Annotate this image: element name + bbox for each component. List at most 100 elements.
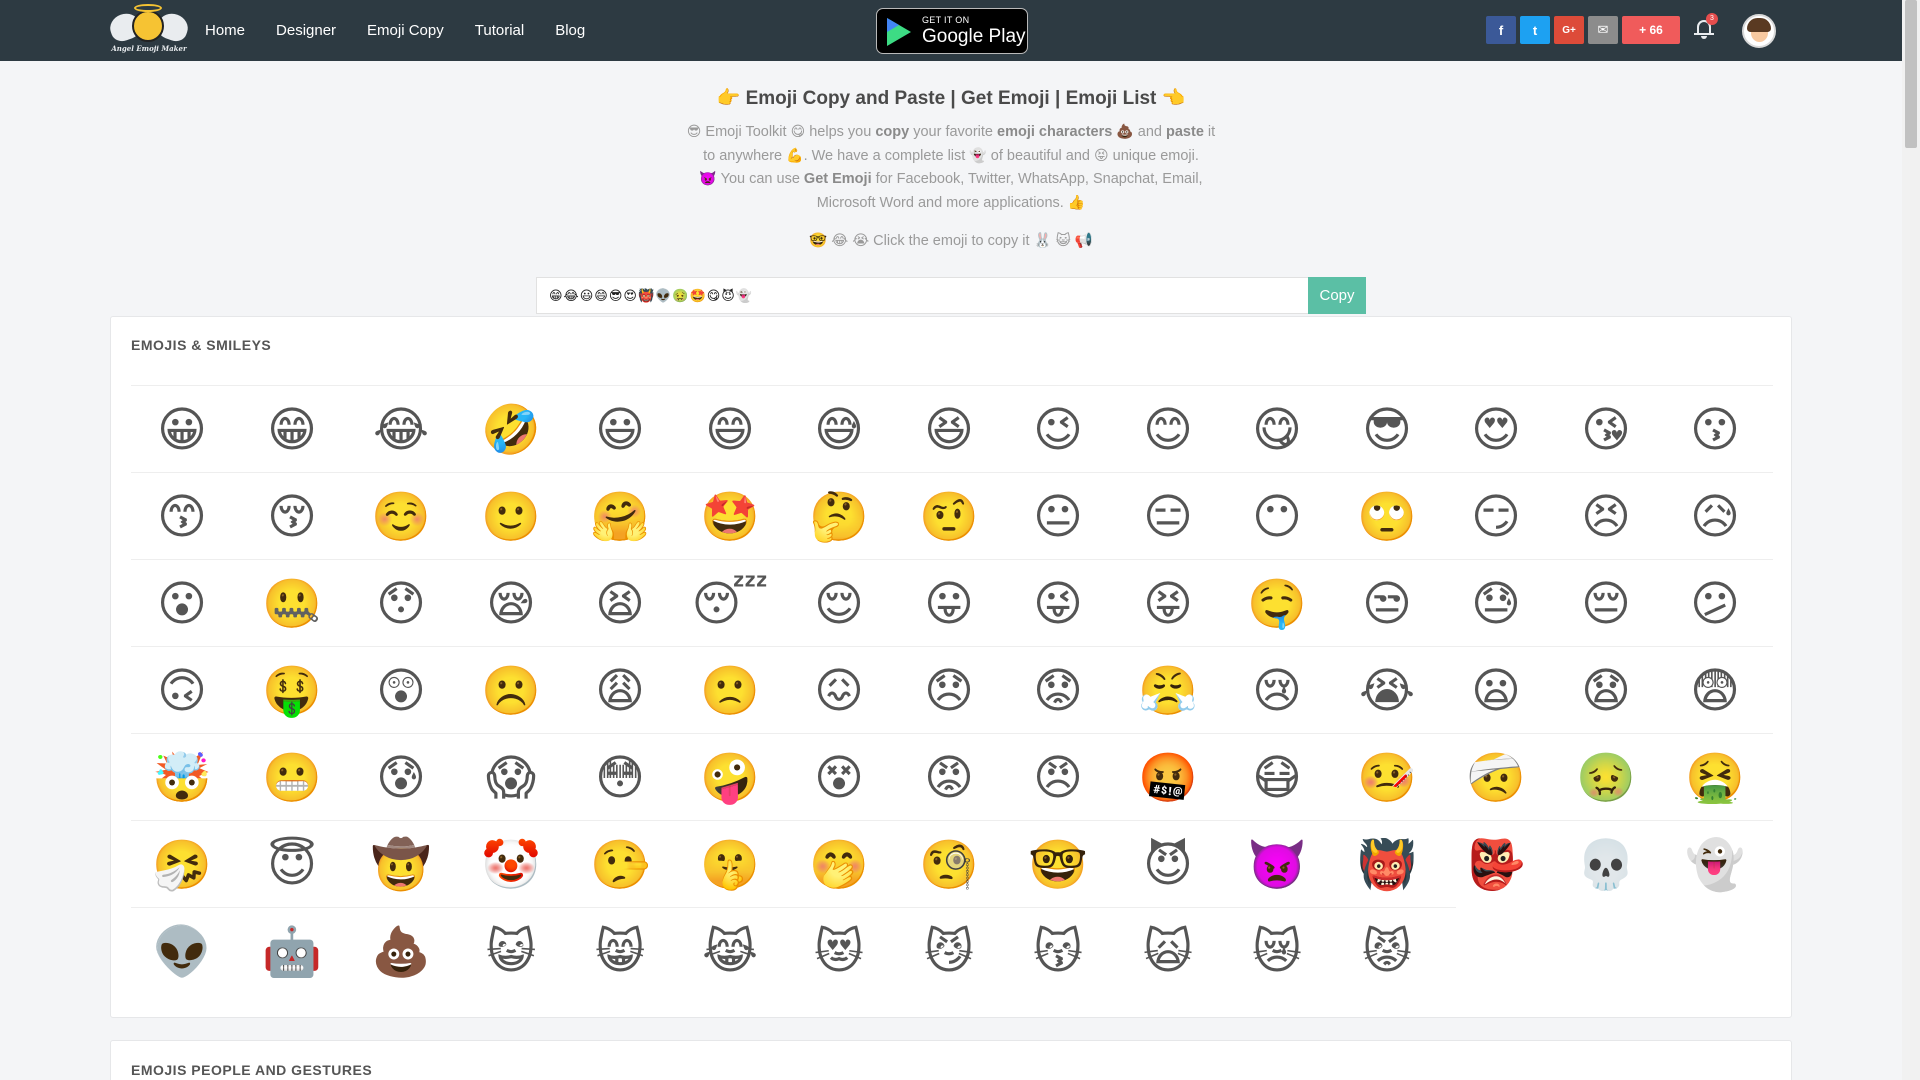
emoji-cell[interactable]: 🤑 [238, 647, 346, 734]
emoji-cell[interactable]: 😵 [785, 734, 893, 821]
emoji-cell[interactable]: 😉 [1004, 386, 1112, 473]
emoji-cell[interactable]: 😌 [785, 560, 893, 647]
emoji-cell[interactable]: 🤩 [676, 473, 784, 560]
emoji-cell[interactable]: 🤬 [1114, 734, 1222, 821]
emoji-cell[interactable]: 🤣 [457, 386, 565, 473]
emoji-cell[interactable]: 😢 [1223, 647, 1331, 734]
emoji-cell[interactable]: 💩 [347, 908, 455, 995]
emoji-cell[interactable]: 😨 [1661, 647, 1769, 734]
nav-link-designer[interactable]: Designer [276, 22, 336, 39]
emoji-cell[interactable]: 👽 [128, 908, 236, 995]
emoji-cell[interactable]: 🤖 [238, 908, 346, 995]
emoji-cell[interactable]: ☺️ [347, 473, 455, 560]
emoji-cell[interactable]: 😀 [128, 386, 236, 473]
emoji-cell[interactable]: 🙂 [457, 473, 565, 560]
emoji-cell[interactable]: 🤠 [347, 821, 455, 908]
emoji-cell[interactable]: 🤯 [128, 734, 236, 821]
copy-button[interactable]: Copy [1308, 277, 1366, 314]
emoji-cell[interactable]: 😩 [566, 647, 674, 734]
emoji-cell[interactable]: 😙 [128, 473, 236, 560]
user-avatar[interactable] [1742, 14, 1776, 48]
emoji-cell[interactable]: 😒 [1333, 560, 1441, 647]
emoji-cell[interactable]: 😗 [1661, 386, 1769, 473]
emoji-cell[interactable]: 🤮 [1661, 734, 1769, 821]
nav-link-emoji-copy[interactable]: Emoji Copy [367, 22, 444, 39]
emoji-cell[interactable]: 😞 [895, 647, 1003, 734]
email-share-button[interactable]: ✉ [1588, 16, 1618, 44]
emoji-cell[interactable]: 🤔 [785, 473, 893, 560]
emoji-cell[interactable]: 😏 [1442, 473, 1550, 560]
emoji-cell[interactable]: 🤨 [895, 473, 1003, 560]
emoji-cell[interactable]: 😥 [1661, 473, 1769, 560]
emoji-cell[interactable]: 😓 [1442, 560, 1550, 647]
emoji-cell[interactable]: 😸 [566, 908, 674, 995]
emoji-cell[interactable]: 😔 [1552, 560, 1660, 647]
emoji-cell[interactable]: 😽 [1004, 908, 1112, 995]
emoji-cell[interactable]: 🤐 [238, 560, 346, 647]
emoji-cell[interactable]: 😇 [238, 821, 346, 908]
emoji-cell[interactable]: 😦 [1442, 647, 1550, 734]
emoji-cell[interactable]: 😴 [676, 560, 784, 647]
emoji-cell[interactable]: 😣 [1552, 473, 1660, 560]
emoji-cell[interactable]: 😜 [1004, 560, 1112, 647]
emoji-cell[interactable]: 😻 [785, 908, 893, 995]
google-play-badge[interactable]: GET IT ON Google Play [876, 8, 1028, 54]
copy-emoji-input[interactable]: 😁😂😃😄😎😍👹👽🤢🤩😋😈👻 [536, 277, 1308, 314]
emoji-cell[interactable]: 😹 [676, 908, 784, 995]
emoji-cell[interactable]: 😤 [1114, 647, 1222, 734]
emoji-cell[interactable]: 😼 [895, 908, 1003, 995]
emoji-cell[interactable]: 😪 [457, 560, 565, 647]
emoji-cell[interactable]: 😑 [1114, 473, 1222, 560]
emoji-cell[interactable]: 🙀 [1114, 908, 1222, 995]
emoji-cell[interactable]: 😱 [457, 734, 565, 821]
emoji-cell[interactable]: 😷 [1223, 734, 1331, 821]
emoji-cell[interactable]: 😡 [895, 734, 1003, 821]
emoji-cell[interactable]: 😬 [238, 734, 346, 821]
emoji-cell[interactable]: 🙁 [676, 647, 784, 734]
emoji-cell[interactable]: 🤤 [1223, 560, 1331, 647]
emoji-cell[interactable]: 🤭 [785, 821, 893, 908]
emoji-cell[interactable]: 😟 [1004, 647, 1112, 734]
emoji-cell[interactable]: 😆 [895, 386, 1003, 473]
emoji-cell[interactable]: ☹️ [457, 647, 565, 734]
emoji-cell[interactable]: 🤪 [676, 734, 784, 821]
emoji-cell[interactable]: 😊 [1114, 386, 1222, 473]
emoji-cell[interactable]: 😐 [1004, 473, 1112, 560]
emoji-cell[interactable]: 😎 [1333, 386, 1441, 473]
nav-link-blog[interactable]: Blog [555, 22, 585, 39]
emoji-cell[interactable]: 🤗 [566, 473, 674, 560]
facebook-share-button[interactable]: f [1486, 16, 1516, 44]
emoji-cell[interactable]: 🤡 [457, 821, 565, 908]
emoji-cell[interactable]: 😲 [347, 647, 455, 734]
emoji-cell[interactable]: 😯 [347, 560, 455, 647]
emoji-cell[interactable]: 😛 [895, 560, 1003, 647]
emoji-cell[interactable]: 😍 [1442, 386, 1550, 473]
emoji-cell[interactable]: 👻 [1661, 821, 1769, 908]
emoji-cell[interactable]: 🙄 [1333, 473, 1441, 560]
emoji-cell[interactable]: 😠 [1004, 734, 1112, 821]
emoji-cell[interactable]: 💀 [1552, 821, 1660, 908]
emoji-cell[interactable]: 😄 [676, 386, 784, 473]
google-plus-share-button[interactable]: G+ [1554, 16, 1584, 44]
emoji-cell[interactable]: 😂 [347, 386, 455, 473]
emoji-cell[interactable]: 😳 [566, 734, 674, 821]
emoji-cell[interactable]: 🤕 [1442, 734, 1550, 821]
emoji-cell[interactable]: 😝 [1114, 560, 1222, 647]
emoji-cell[interactable]: 😮 [128, 560, 236, 647]
emoji-cell[interactable]: 😾 [1333, 908, 1441, 995]
emoji-cell[interactable]: 👹 [1333, 821, 1441, 908]
emoji-cell[interactable]: 😶 [1223, 473, 1331, 560]
share-count-button[interactable]: + 66 [1622, 16, 1680, 44]
emoji-cell[interactable]: 🤥 [566, 821, 674, 908]
page-scrollbar[interactable] [1902, 0, 1920, 1080]
site-logo[interactable]: Angel Emoji Maker [106, 4, 192, 56]
emoji-cell[interactable]: 🤧 [128, 821, 236, 908]
emoji-cell[interactable]: 🤢 [1552, 734, 1660, 821]
emoji-cell[interactable]: 🧐 [895, 821, 1003, 908]
emoji-cell[interactable]: 😘 [1552, 386, 1660, 473]
nav-link-tutorial[interactable]: Tutorial [475, 22, 524, 39]
emoji-cell[interactable]: 🙃 [128, 647, 236, 734]
emoji-cell[interactable]: 😭 [1333, 647, 1441, 734]
emoji-cell[interactable]: 😈 [1114, 821, 1222, 908]
emoji-cell[interactable]: 😃 [566, 386, 674, 473]
